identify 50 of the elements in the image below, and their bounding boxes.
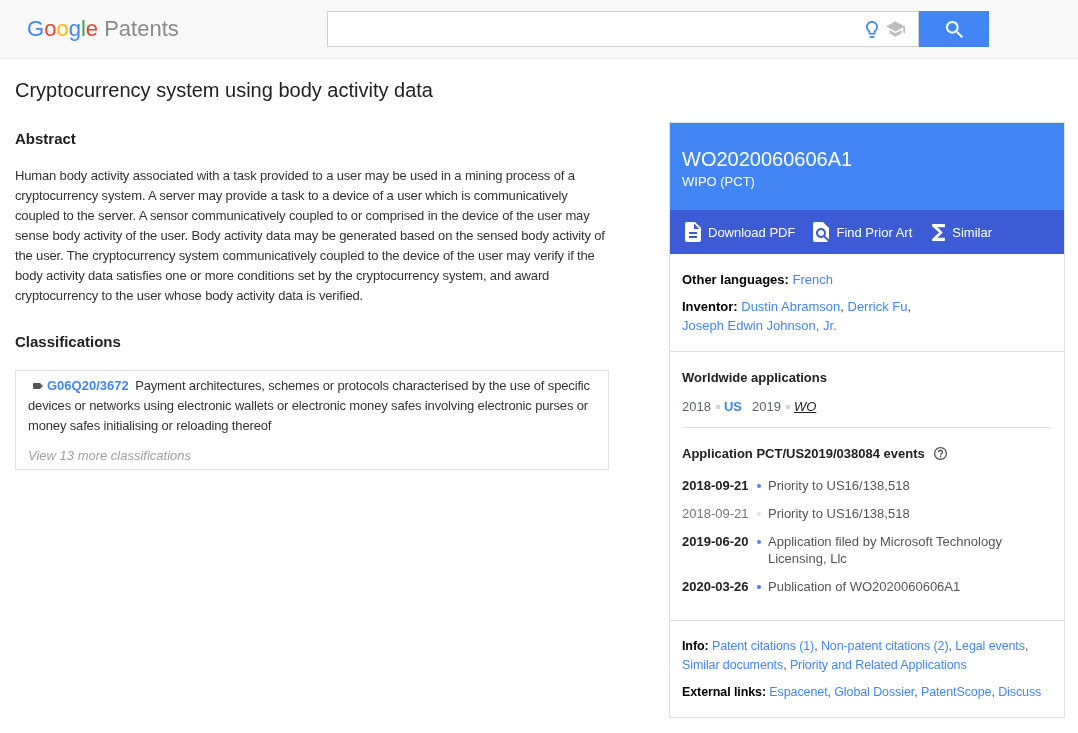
bullet-icon	[785, 404, 790, 409]
document-search-icon	[813, 222, 830, 242]
year-label: 2019	[752, 398, 781, 416]
event-text: Priority to US16/138,518	[768, 505, 910, 522]
bullet-icon	[715, 404, 720, 409]
link[interactable]: Priority and Related Applications	[789, 658, 967, 672]
section-heading: Application PCT/US2019/038084 events	[682, 445, 925, 463]
document-icon	[685, 222, 701, 242]
logo[interactable]: Google Patents	[27, 15, 327, 43]
section-heading: Worldwide applications	[682, 369, 828, 387]
section-heading: Classifications	[15, 332, 122, 352]
section-heading: Abstract	[15, 129, 77, 149]
classification-text: G06Q20/3672 Payment architectures, schemes or protocols characterised by the use of specific devices or networks using electronic wallets or electronic money safes involving electronic purses or money safes initialising or reloading thereof	[28, 377, 591, 435]
detail-line: Other languages: French	[682, 271, 834, 289]
country-link[interactable]: US	[723, 397, 742, 416]
abstract-text: Human body activity associated with a task provided to a user may be used in a mining process of a cryptocurrency system. A server may provide a task to a device of a user which is communicatively coupled to the server. A sensor communicatively coupled to or comprised in the device of the user may sense body activity of the user. Body activity data may be generated based on the sensed body activity of the user. The cryptocurrency system communicatively coupled to the device of the user may verify if the body activity data satisfies one or more conditions set by the cryptocurrency system, and award cryptocurrency to the user whose body activity data is verified.	[15, 167, 606, 305]
detail-line: Inventor: Dustin Abramson, Derrick Fu, Joseph Edwin Johnson, Jr.	[682, 298, 913, 335]
link[interactable]: Discuss	[998, 685, 1042, 699]
event-date: 2018-09-21	[682, 477, 750, 494]
event-text: Application filed by Microsoft Technology Licensing, Llc	[768, 533, 1003, 567]
help-icon[interactable]	[933, 447, 947, 460]
page-title: Cryptocurrency system using body activity data	[15, 78, 434, 103]
event-date: 2020-03-26	[682, 578, 750, 595]
more-classifications-link[interactable]: View 13 more classifications	[28, 446, 192, 466]
event-text: Priority to US16/138,518	[768, 477, 910, 494]
lightbulb-icon[interactable]	[866, 20, 878, 38]
link[interactable]: Global Dossier	[834, 685, 915, 699]
action-button[interactable]: Find Prior Art	[810, 222, 916, 242]
info-line: External links: Espacenet, Global Dossier, PatentScope, Discuss	[682, 684, 1043, 701]
link[interactable]: Joseph Edwin Johnson, Jr.	[682, 318, 837, 333]
link[interactable]: Espacenet	[769, 685, 828, 699]
search-icon	[945, 20, 963, 38]
tag-icon	[33, 383, 43, 390]
country-link[interactable]: WO	[793, 397, 817, 416]
action-button[interactable]: Download PDF	[682, 222, 799, 242]
link[interactable]: Legal events	[955, 639, 1025, 653]
year-label: 2018	[682, 398, 711, 416]
link[interactable]: French	[792, 272, 833, 287]
search-button[interactable]	[919, 11, 989, 47]
info-line: Info: Patent citations (1), Non-patent citations (2), Legal events, Similar documents, Priority and Related Applications	[682, 638, 1030, 674]
graduation-cap-icon[interactable]	[886, 21, 905, 37]
patent-number: WO2020060606A1	[682, 147, 854, 171]
search-field[interactable]	[327, 11, 919, 47]
patent-office: WIPO (PCT)	[682, 173, 756, 191]
sigma-icon	[932, 223, 946, 241]
classification-link[interactable]: G06Q20/3672	[47, 378, 129, 393]
action-button[interactable]: Similar	[927, 223, 996, 241]
event-date: 2019-06-20	[682, 533, 750, 550]
event-date: 2018-09-21	[682, 505, 750, 522]
event-text: Publication of WO2020060606A1	[768, 578, 961, 595]
